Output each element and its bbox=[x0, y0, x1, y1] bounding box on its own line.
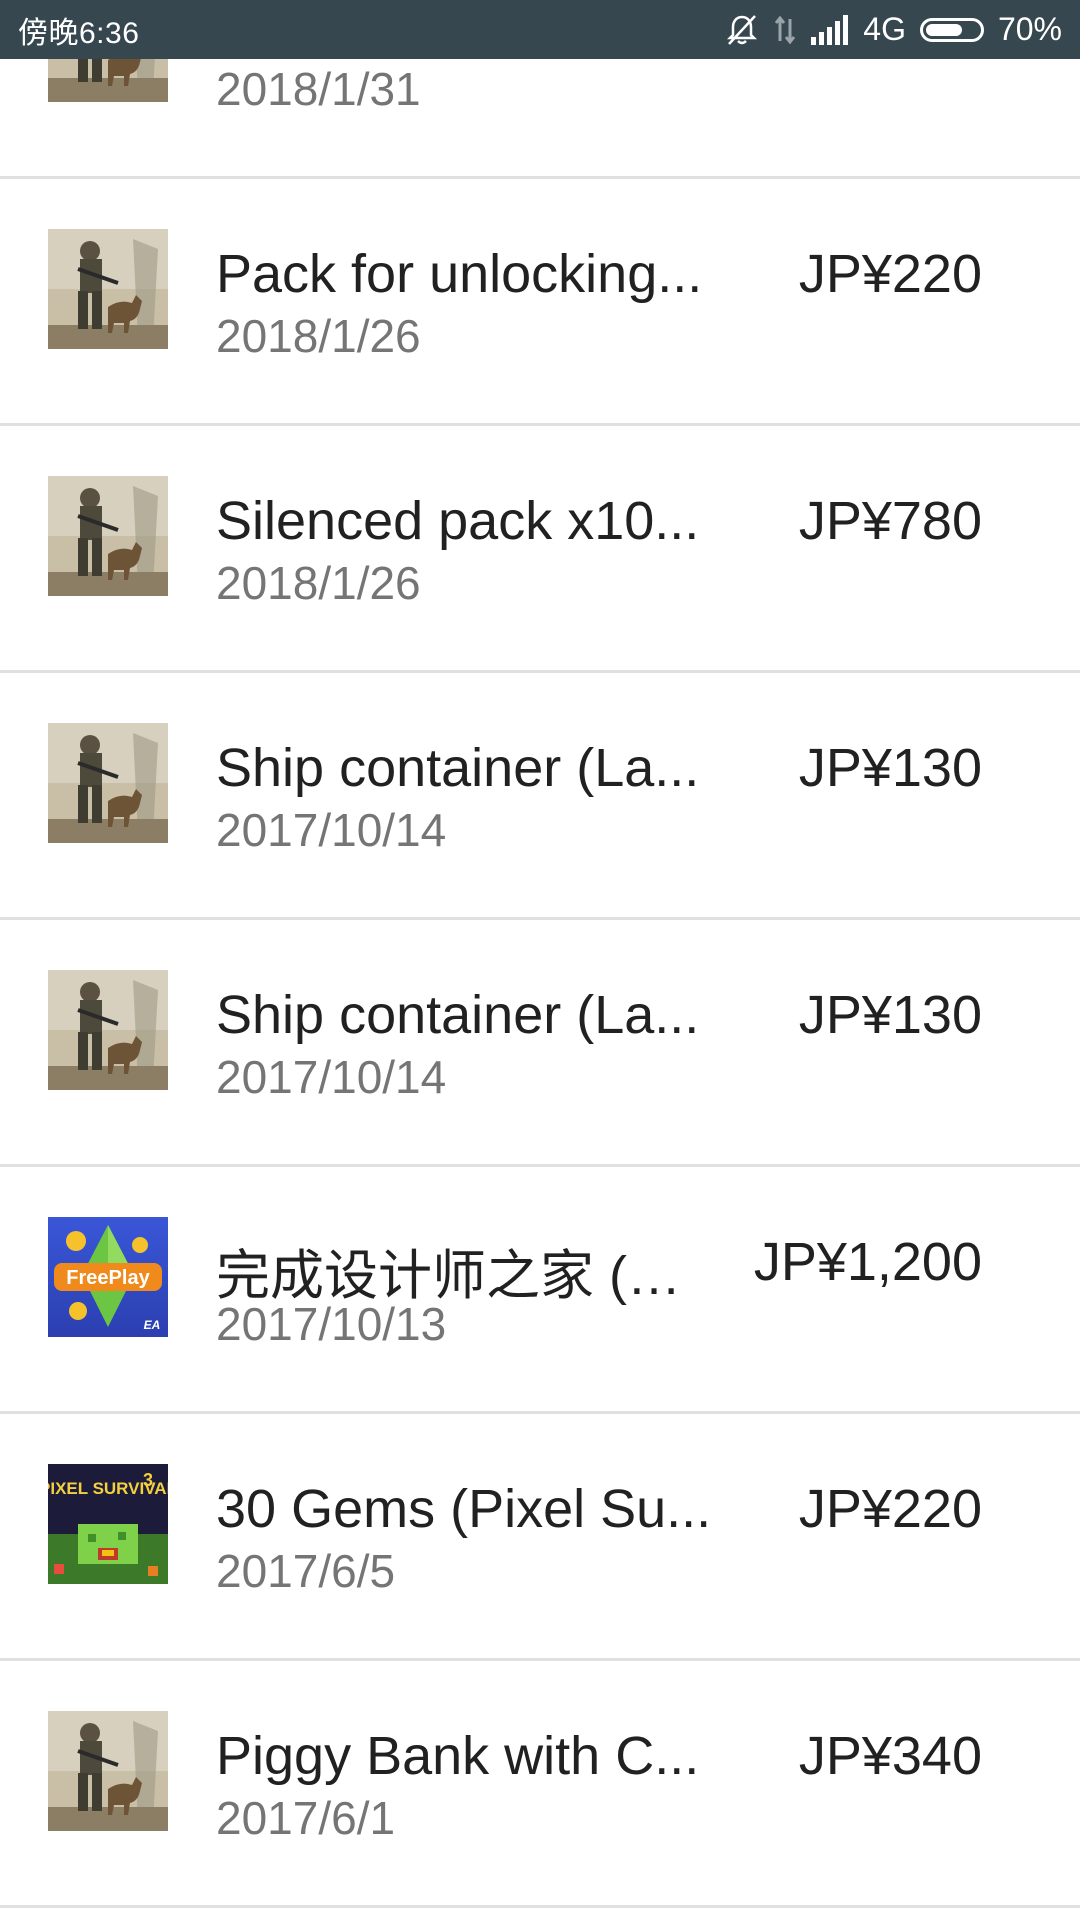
svg-text:FreePlay: FreePlay bbox=[66, 1267, 150, 1289]
soldier-dog-game-icon bbox=[48, 723, 168, 843]
battery-level bbox=[925, 23, 963, 36]
purchase-price: JP¥340 bbox=[798, 1726, 982, 1786]
battery-icon bbox=[919, 17, 984, 42]
purchase-date: 2017/10/14 bbox=[216, 804, 447, 856]
purchase-price: JP¥780 bbox=[798, 491, 982, 551]
purchase-price: JP¥220 bbox=[798, 244, 982, 304]
svg-text:3: 3 bbox=[143, 1470, 153, 1490]
purchase-title: Ship container (La... bbox=[216, 738, 700, 798]
purchase-row[interactable]: Silenced pack x10... 2018/1/26 JP¥780 bbox=[0, 426, 1080, 673]
purchase-date: 2017/6/1 bbox=[216, 1792, 396, 1844]
purchase-date: 2017/10/13 bbox=[216, 1298, 447, 1350]
purchase-date: 2018/1/26 bbox=[216, 557, 421, 609]
purchase-row[interactable]: FreePlay EA 完成设计师之家 (… 2017/10/13 JP¥1,200 bbox=[0, 1167, 1080, 1414]
soldier-dog-game-icon bbox=[48, 1711, 168, 1831]
soldier-dog-game-icon bbox=[48, 970, 168, 1090]
purchase-date: 2017/10/14 bbox=[216, 1051, 447, 1103]
battery-percent: 70% bbox=[997, 11, 1062, 47]
purchase-history-list: 2018/1/31 Pack for unlocking... 2018/1/26… bbox=[0, 0, 1080, 1908]
purchase-price: JP¥220 bbox=[798, 1479, 982, 1539]
purchase-title: 30 Gems (Pixel Su... bbox=[216, 1479, 712, 1539]
data-transfer-icon bbox=[773, 13, 797, 47]
purchase-date: 2017/6/5 bbox=[216, 1545, 396, 1597]
soldier-dog-game-icon bbox=[48, 476, 168, 596]
purchase-row[interactable]: Ship container (La... 2017/10/14 JP¥130 bbox=[0, 673, 1080, 920]
signal-icon bbox=[811, 14, 849, 45]
purchase-title: Piggy Bank with C... bbox=[216, 1726, 700, 1786]
purchase-row[interactable]: Piggy Bank with C... 2017/6/1 JP¥340 bbox=[0, 1661, 1080, 1908]
purchase-price: JP¥130 bbox=[798, 985, 982, 1045]
freeplay-game-icon: FreePlay EA bbox=[48, 1217, 168, 1337]
status-icons: 4G 70% bbox=[725, 11, 1062, 48]
purchase-date: 2018/1/26 bbox=[216, 310, 421, 362]
purchase-date: 2018/1/31 bbox=[216, 63, 421, 115]
network-type: 4G bbox=[863, 11, 906, 47]
purchase-row[interactable]: Ship container (La... 2017/10/14 JP¥130 bbox=[0, 920, 1080, 1167]
purchase-row[interactable]: Pack for unlocking... 2018/1/26 JP¥220 bbox=[0, 179, 1080, 426]
bell-off-icon bbox=[725, 13, 759, 47]
purchase-price: JP¥1,200 bbox=[753, 1232, 982, 1292]
status-bar: 傍晚6:36 4G 70% bbox=[0, 0, 1080, 59]
pixel-survival-game-icon: PIXEL SURVIVAL 3 bbox=[48, 1464, 168, 1584]
purchase-row[interactable]: PIXEL SURVIVAL 3 30 Gems (Pixel Su... 201… bbox=[0, 1414, 1080, 1661]
svg-text:EA: EA bbox=[144, 1318, 161, 1332]
purchase-title: Silenced pack x10... bbox=[216, 491, 700, 551]
purchase-title: Pack for unlocking... bbox=[216, 244, 703, 304]
status-time: 傍晚6:36 bbox=[18, 16, 140, 50]
purchase-title: Ship container (La... bbox=[216, 985, 700, 1045]
purchase-price: JP¥130 bbox=[798, 738, 982, 798]
soldier-dog-game-icon bbox=[48, 229, 168, 349]
